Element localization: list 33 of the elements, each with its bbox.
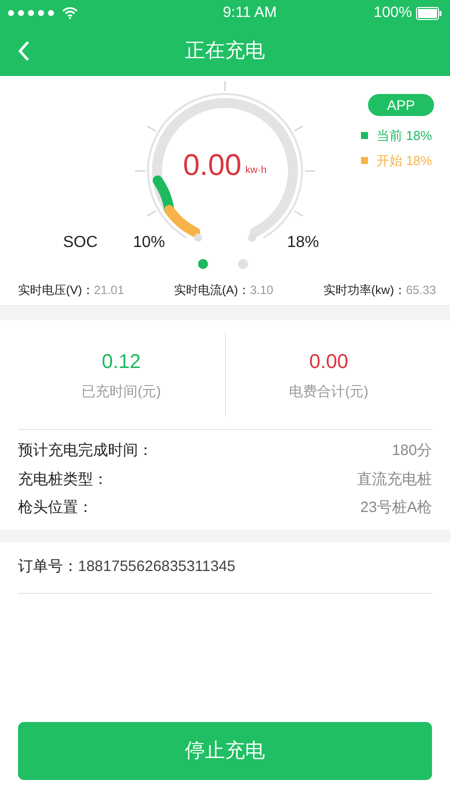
battery-icon	[416, 6, 442, 20]
reading-label: 实时电流(A)：	[174, 282, 250, 299]
legend-label: 开始 18%	[376, 152, 432, 170]
soc-max: 18%	[287, 233, 320, 253]
reading-label: 实时功率(kw)：	[323, 282, 406, 299]
reading-label: 实时电压(V)：	[18, 282, 94, 299]
soc-min: 10%	[133, 233, 166, 253]
order-number: 1881755626835311345	[78, 556, 236, 577]
detail-value: 直流充电桩	[357, 470, 432, 490]
page-title: 正在充电	[185, 39, 265, 64]
reading-value: 21.01	[94, 282, 124, 299]
wifi-icon	[62, 7, 78, 19]
back-icon	[17, 40, 31, 62]
detail-value: 23号桩A枪	[360, 498, 432, 518]
soc-label: SOC	[63, 233, 98, 253]
stat-value: 0.00	[309, 350, 348, 375]
reading-value: 65.33	[406, 282, 436, 299]
detail-label: 充电桩类型：	[18, 470, 108, 490]
energy-value: 0.00	[183, 151, 242, 181]
energy-unit: kw·h	[245, 164, 267, 178]
stat-label: 电费合计(元)	[289, 382, 368, 401]
detail-label: 预计充电完成时间：	[18, 441, 153, 461]
app-badge[interactable]: APP	[368, 94, 434, 116]
stat-label: 已充时间(元)	[82, 382, 161, 401]
reading-value: 3.10	[250, 282, 274, 299]
detail-label: 枪头位置：	[18, 498, 93, 518]
legend-label: 当前 18%	[376, 127, 432, 145]
stat-value: 0.12	[102, 350, 141, 375]
battery-percent: 100%	[374, 2, 412, 23]
stop-charging-button[interactable]: 停止充电	[18, 722, 432, 780]
status-time: 9:11 AM	[222, 2, 277, 23]
detail-value: 180分	[392, 441, 432, 461]
order-label: 订单号：	[18, 556, 78, 577]
